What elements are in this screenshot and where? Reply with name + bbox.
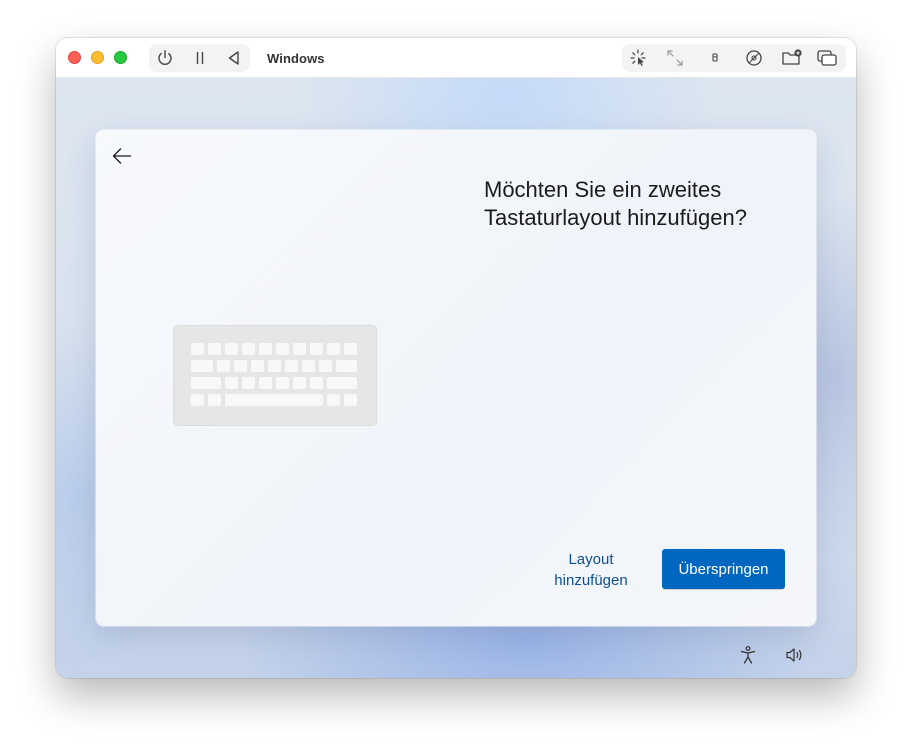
disc-icon[interactable] (742, 46, 766, 70)
pause-icon[interactable] (188, 46, 212, 70)
zoom-window-button[interactable] (114, 51, 127, 64)
shared-folder-icon[interactable] (780, 46, 804, 70)
resize-icon[interactable] (663, 46, 687, 70)
vm-devices-group (622, 44, 846, 72)
skip-button[interactable]: Überspringen (662, 549, 785, 589)
page-title: Möchten Sie ein zweites Tastaturlayout h… (484, 177, 747, 230)
power-icon[interactable] (153, 46, 177, 70)
usb-icon[interactable] (703, 46, 727, 70)
back-arrow-icon[interactable] (110, 144, 134, 168)
windows-desktop: Möchten Sie ein zweites Tastaturlayout h… (56, 78, 856, 678)
title-bar: Windows (56, 38, 856, 78)
keyboard-illustration (173, 325, 377, 426)
back-triangle-icon[interactable] (222, 46, 246, 70)
accessibility-icon[interactable] (735, 642, 761, 668)
volume-icon[interactable] (782, 642, 808, 668)
minimize-window-button[interactable] (91, 51, 104, 64)
windows-icon[interactable] (815, 46, 839, 70)
close-window-button[interactable] (68, 51, 81, 64)
window-title: Windows (267, 51, 325, 66)
vm-window: Windows Möchten Sie ein zweites Tastatur… (56, 38, 856, 678)
oobe-dialog: Möchten Sie ein zweites Tastaturlayout h… (96, 130, 816, 626)
add-layout-button[interactable]: Layout hinzufügen (537, 549, 645, 591)
capture-mouse-icon[interactable] (626, 46, 650, 70)
